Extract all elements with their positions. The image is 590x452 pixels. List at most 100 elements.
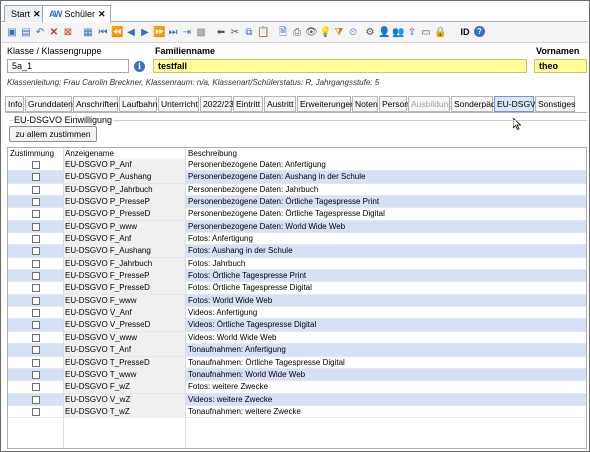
last-record-icon[interactable]: ⏭ [167, 26, 179, 39]
agree-all-button[interactable]: zu allem zustimmen [9, 126, 97, 142]
list-icon[interactable]: ▦ [82, 26, 94, 39]
consent-checkbox[interactable] [32, 309, 40, 318]
tab-info[interactable]: Info [5, 96, 24, 112]
column-header-description[interactable]: Beschreibung [188, 149, 237, 158]
cut-icon[interactable]: ✂ [229, 26, 241, 39]
consent-checkbox[interactable] [32, 407, 40, 416]
person-icon[interactable]: 👤 [378, 26, 390, 39]
table-row[interactable]: EU-DSGVO F_PresseP Fotos: Örtliche Tagesp… [8, 270, 586, 283]
table-row[interactable]: EU-DSGVO P_PresseP Personenbezogene Daten… [8, 196, 586, 209]
first-name-field[interactable]: theo [534, 59, 587, 73]
next-record-icon[interactable]: ▶ [139, 26, 151, 39]
table-row[interactable]: EU-DSGVO F_wZ Fotos: weitere Zwecke [8, 381, 586, 394]
settings-icon[interactable]: ⚙ [364, 26, 376, 39]
consent-checkbox[interactable] [32, 222, 40, 231]
first-record-icon[interactable]: ⏮ [97, 26, 109, 39]
grid-icon[interactable]: ▩ [195, 26, 207, 39]
tab-sonderpaed[interactable]: Sonderpäd. [451, 96, 498, 112]
help-icon[interactable]: ? [474, 26, 485, 37]
tab-erweiterungen[interactable]: Erweiterungen [297, 96, 355, 112]
consent-checkbox[interactable] [32, 272, 40, 281]
tab-unterricht[interactable]: Unterricht [158, 96, 199, 112]
paste-icon[interactable]: 📋 [257, 26, 269, 39]
filter-icon[interactable]: ⧩ [333, 26, 345, 39]
consent-checkbox[interactable] [32, 235, 40, 244]
consent-checkbox[interactable] [32, 383, 40, 392]
consent-checkbox[interactable] [32, 346, 40, 355]
copy-icon[interactable]: ⧉ [243, 26, 255, 39]
previous-page-icon[interactable]: ⏪ [111, 26, 123, 39]
delete-all-icon[interactable]: ⊠ [62, 26, 74, 39]
tab-sonstiges[interactable]: Sonstiges [535, 96, 575, 112]
goto-icon[interactable]: ⇥ [181, 26, 193, 39]
table-row[interactable]: EU-DSGVO F_PresseD Fotos: Örtliche Tagesp… [8, 282, 586, 295]
consent-checkbox[interactable] [32, 333, 40, 342]
class-field[interactable]: 5a_1 [7, 59, 129, 73]
close-icon[interactable]: ✕ [33, 9, 41, 19]
table-row[interactable]: EU-DSGVO F_Aushang Fotos: Aushang in der … [8, 245, 586, 258]
id-button[interactable]: ID [458, 26, 472, 39]
doc-tab-start[interactable]: Start ✕ [4, 5, 46, 22]
back-arrow-icon[interactable]: ⬅ [215, 26, 227, 39]
column-header-consent[interactable]: Zustimmung [10, 149, 54, 158]
delete-icon[interactable]: ✕ [48, 26, 60, 39]
table-row[interactable]: EU-DSGVO V_www Videos: World Wide Web [8, 331, 586, 345]
group-icon[interactable]: 👥 [392, 26, 404, 39]
document-icon[interactable]: 🗎 [277, 26, 289, 39]
table-row[interactable]: EU-DSGVO T_wZ Tonaufnahmen: weitere Zweck… [8, 405, 586, 419]
close-icon[interactable]: ✕ [98, 9, 106, 19]
table-row[interactable]: EU-DSGVO V_Anf Videos: Anfertigung [8, 307, 586, 320]
table-row[interactable]: EU-DSGVO V_wZ Videos: weitere Zwecke [8, 393, 586, 406]
tab-noten[interactable]: Noten [352, 96, 378, 112]
table-row[interactable]: EU-DSGVO F_Anf Fotos: Anfertigung [8, 233, 586, 246]
column-header-name[interactable]: Anzeigename [65, 149, 114, 158]
consent-checkbox[interactable] [32, 185, 40, 194]
tab-laufbahn[interactable]: Laufbahn [119, 96, 157, 112]
consent-checkbox[interactable] [32, 370, 40, 379]
table-row[interactable]: EU-DSGVO F_Jahrbuch Fotos: Jahrbuch [8, 257, 586, 271]
table-row[interactable]: EU-DSGVO P_PresseD Personenbezogene Daten… [8, 208, 586, 221]
tab-2022-23[interactable]: 2022/23 [200, 96, 234, 112]
family-name-field[interactable]: testfall [153, 59, 527, 73]
table-row[interactable]: EU-DSGVO P_Jahrbuch Personenbezogene Date… [8, 183, 586, 197]
tab-person[interactable]: Person [379, 96, 409, 112]
consent-checkbox[interactable] [32, 259, 40, 268]
previous-record-icon[interactable]: ◀ [125, 26, 137, 39]
window-icon[interactable]: ▭ [420, 26, 432, 39]
consent-checkbox[interactable] [32, 395, 40, 404]
tab-anschriften[interactable]: Anschriften [73, 96, 119, 112]
print-icon[interactable]: ⎙ [291, 26, 303, 39]
consent-checkbox[interactable] [32, 284, 40, 293]
consent-checkbox[interactable] [32, 358, 40, 367]
tab-austritt[interactable]: Austritt [264, 96, 296, 112]
table-row[interactable]: EU-DSGVO T_Anf Tonaufnahmen: Anfertigung [8, 344, 586, 357]
table-row[interactable]: EU-DSGVO F_www Fotos: World Wide Web [8, 294, 586, 308]
preview-icon[interactable]: 👁 [305, 26, 318, 39]
table-row[interactable]: EU-DSGVO P_Aushang Personenbezogene Daten… [8, 171, 586, 184]
clock-icon[interactable]: ⏲ [347, 26, 359, 39]
consent-checkbox[interactable] [32, 321, 40, 330]
table-row[interactable]: EU-DSGVO T_PresseD Tonaufnahmen: Örtliche… [8, 356, 586, 369]
consent-checkbox[interactable] [32, 210, 40, 219]
lock-icon[interactable]: 🔒 [434, 26, 446, 39]
table-row[interactable]: EU-DSGVO T_www Tonaufnahmen: World Wide W… [8, 368, 586, 382]
export-icon[interactable]: ⇪ [406, 26, 418, 39]
table-row[interactable]: EU-DSGVO P_www Personenbezogene Daten: Wo… [8, 220, 586, 234]
undo-icon[interactable]: ↶ [34, 26, 46, 39]
info-icon[interactable]: i [134, 61, 145, 72]
tab-eu-dsgvo[interactable]: EU-DSGVO [494, 96, 542, 112]
consent-checkbox[interactable] [32, 173, 40, 182]
table-row[interactable]: EU-DSGVO V_PresseD Videos: Örtliche Tages… [8, 319, 586, 332]
save-all-icon[interactable]: ▤ [20, 26, 32, 39]
next-page-icon[interactable]: ⏩ [153, 26, 165, 39]
tab-eintritt[interactable]: Eintritt [233, 96, 263, 112]
save-icon[interactable]: ▣ [6, 26, 18, 39]
doc-tab-schueler[interactable]: AW Schüler ✕ [42, 5, 111, 23]
tab-grunddaten[interactable]: Grunddaten [25, 96, 73, 112]
consent-checkbox[interactable] [32, 247, 40, 256]
lightbulb-icon[interactable]: 💡 [319, 26, 331, 39]
table-row[interactable]: EU-DSGVO P_Anf Personenbezogene Daten: An… [8, 159, 586, 172]
consent-checkbox[interactable] [32, 161, 40, 169]
consent-checkbox[interactable] [32, 198, 40, 207]
consent-checkbox[interactable] [32, 296, 40, 305]
